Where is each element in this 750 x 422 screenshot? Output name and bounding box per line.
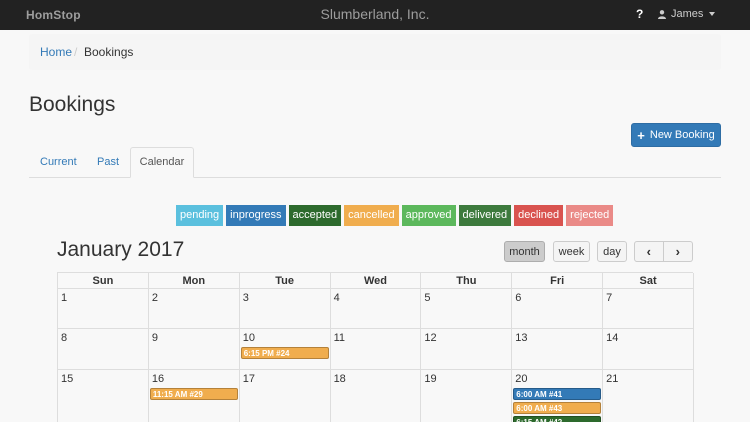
weekday-header: Wed <box>330 273 422 289</box>
legend-approved: approved <box>401 205 456 226</box>
weekday-header: Thu <box>421 273 513 289</box>
day-cell[interactable]: 13 <box>512 329 604 370</box>
legend-cancelled: cancelled <box>344 205 399 226</box>
day-number: 11 <box>333 332 345 344</box>
day-cell[interactable]: 19 <box>421 370 513 422</box>
tab-past[interactable]: Past <box>97 156 119 168</box>
top-navbar: HomStop Slumberland, Inc. ? James <box>0 0 750 30</box>
day-cell[interactable]: 9 <box>148 329 240 370</box>
calendar-event[interactable]: 6:15 AM #42 <box>513 416 602 422</box>
day-cell[interactable]: 8 <box>58 329 149 370</box>
day-cell[interactable]: 3 <box>239 289 331 329</box>
day-cell[interactable]: 4 <box>330 289 422 329</box>
day-number: 3 <box>242 292 249 304</box>
day-number: 4 <box>333 292 340 304</box>
chevron-left-icon[interactable]: ‹ <box>634 241 664 262</box>
breadcrumb-current: Bookings <box>84 45 134 59</box>
day-number: 12 <box>424 332 437 344</box>
day-number: 19 <box>424 373 437 385</box>
new-booking-label: New Booking <box>649 129 715 141</box>
day-number: 7 <box>606 292 613 304</box>
calendar-event[interactable]: 6:15 PM #24 <box>240 347 329 359</box>
view-day-button[interactable]: day <box>597 241 627 262</box>
breadcrumb-home-link[interactable]: Home <box>40 45 72 59</box>
legend-delivered: delivered <box>458 205 512 226</box>
day-cell[interactable]: 18 <box>331 370 422 422</box>
view-week-button[interactable]: week <box>553 241 590 262</box>
day-cell[interactable]: 20 6:00 AM #41 6:00 AM #43 6:15 AM #42 <box>512 370 604 422</box>
page-title: Bookings <box>29 93 116 116</box>
calendar-event[interactable]: 6:00 AM #43 <box>513 402 602 414</box>
day-number: 5 <box>424 292 431 304</box>
weekday-header: Sun <box>58 273 149 289</box>
day-cell[interactable]: 6 <box>512 289 604 329</box>
user-menu[interactable]: James <box>658 8 716 20</box>
calendar-title: January 2017 <box>57 238 185 261</box>
day-number: 2 <box>151 292 158 304</box>
day-cell[interactable]: 2 <box>148 289 240 329</box>
day-number: 8 <box>61 332 68 344</box>
day-cell[interactable]: 1 <box>58 289 149 329</box>
day-number: 17 <box>242 373 255 385</box>
day-cell[interactable]: 12 <box>421 329 513 370</box>
day-cell[interactable]: 5 <box>421 289 513 329</box>
weekday-header: Mon <box>148 273 240 289</box>
caret-down-icon <box>709 12 716 16</box>
day-cell[interactable]: 14 <box>603 329 694 370</box>
day-number: 9 <box>151 332 158 344</box>
plus-icon: + <box>637 127 645 143</box>
calendar-nav: ‹ › <box>634 241 693 262</box>
day-number: 20 <box>515 373 528 385</box>
calendar-event[interactable]: 6:00 AM #41 <box>513 388 602 400</box>
day-number: 6 <box>515 292 522 304</box>
tab-calendar[interactable]: Calendar <box>130 147 194 178</box>
day-number: 13 <box>515 332 528 344</box>
day-number: 1 <box>61 292 68 304</box>
day-cell[interactable]: 17 <box>240 370 331 422</box>
weekday-header: Sat <box>603 273 694 289</box>
help-icon[interactable]: ? <box>636 7 643 21</box>
breadcrumb: Home / Bookings <box>29 34 721 70</box>
day-cell[interactable]: 21 <box>603 370 694 422</box>
day-number: 10 <box>242 332 255 344</box>
user-name: James <box>671 8 704 20</box>
legend-pending: pending <box>176 205 224 226</box>
legend-rejected: rejected <box>566 205 614 226</box>
user-icon <box>658 9 666 19</box>
day-cell[interactable]: 16 11:15 AM #29 <box>149 370 240 422</box>
legend-accepted: accepted <box>288 205 342 226</box>
day-cell[interactable]: 10 6:15 PM #24 <box>239 329 331 370</box>
view-month-button[interactable]: month <box>504 241 545 262</box>
day-cell[interactable]: 7 <box>603 289 694 329</box>
legend-declined: declined <box>514 205 564 226</box>
day-number: 21 <box>606 373 619 385</box>
day-cell[interactable]: 11 <box>330 329 422 370</box>
calendar-event[interactable]: 11:15 AM #29 <box>149 388 238 400</box>
status-legend: pending inprogress accepted cancelled approv… <box>176 205 614 226</box>
day-number: 14 <box>606 332 619 344</box>
tab-current[interactable]: Current <box>40 156 77 168</box>
breadcrumb-separator: / <box>74 45 78 59</box>
day-cell[interactable]: 15 <box>58 370 149 422</box>
day-number: 16 <box>151 373 165 385</box>
day-number: 15 <box>61 373 74 385</box>
calendar-grid: Sun Mon Tue Wed Thu Fri Sat 1 2 3 4 5 6 7 8 9 10 6:15 PM … <box>57 272 694 422</box>
legend-inprogress: inprogress <box>226 205 286 226</box>
new-booking-button[interactable]: + New Booking <box>631 123 721 147</box>
chevron-right-icon[interactable]: › <box>663 241 693 262</box>
day-number: 18 <box>333 373 346 385</box>
weekday-header: Tue <box>239 273 331 289</box>
weekday-header: Fri <box>512 273 604 289</box>
